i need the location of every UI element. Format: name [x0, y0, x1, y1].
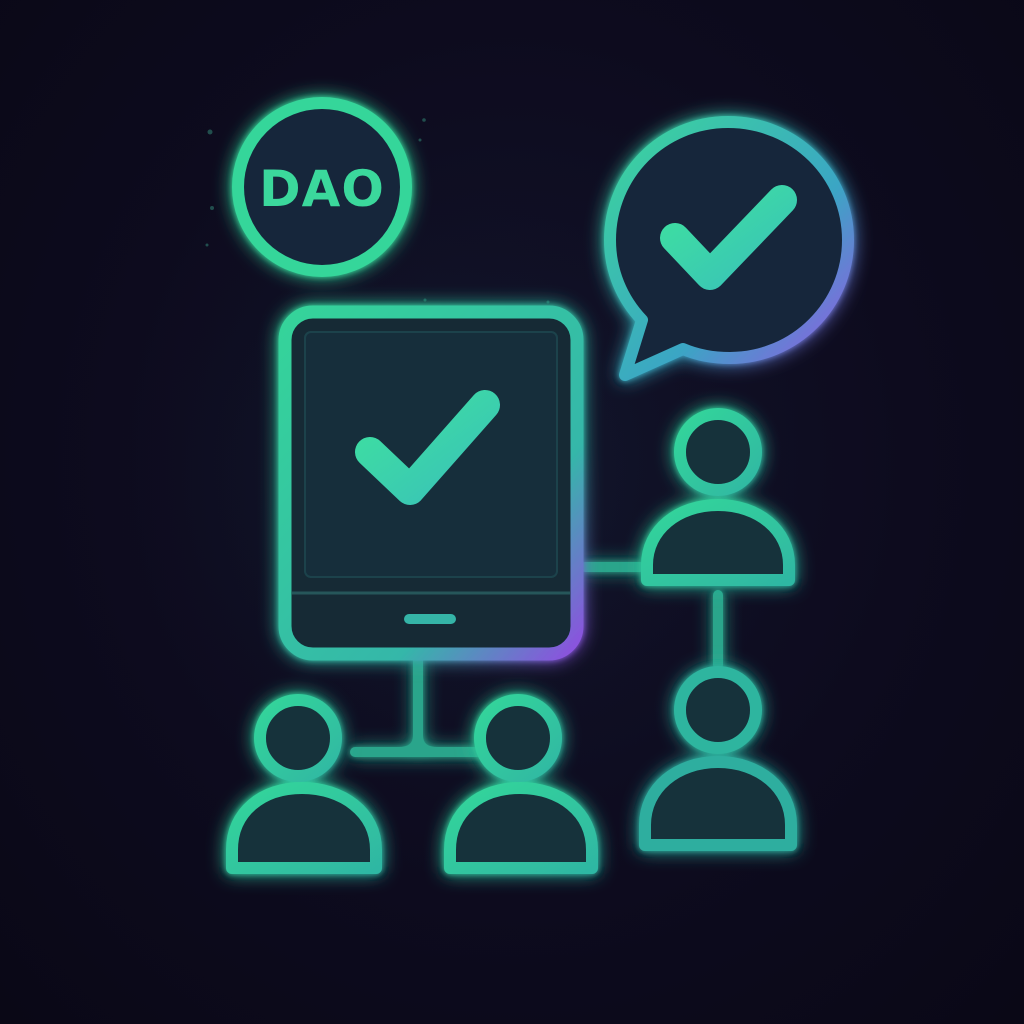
dao-label: DAO [259, 160, 385, 218]
tablet-checkmark-icon [278, 305, 584, 661]
dao-voting-illustration: DAO [100, 97, 854, 874]
speech-bubble-checkmark-icon [604, 116, 854, 381]
illustration-canvas: DAO [0, 0, 1024, 1024]
dao-coin-icon: DAO [232, 97, 412, 277]
tablet-home-button [404, 614, 456, 624]
